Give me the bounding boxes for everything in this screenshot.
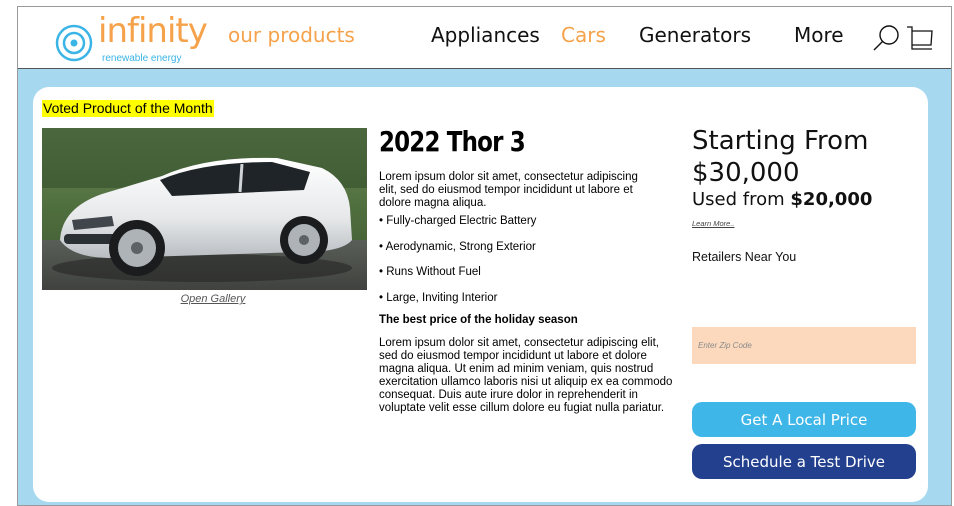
open-gallery-link[interactable]: Open Gallery bbox=[33, 293, 393, 305]
logo-tagline: renewable energy bbox=[102, 53, 182, 64]
get-local-price-button[interactable]: Get A Local Price bbox=[692, 402, 916, 437]
feature-item: • Fully-charged Electric Battery bbox=[379, 215, 537, 227]
logo[interactable]: infinity renewable energy bbox=[54, 11, 234, 67]
pricing-panel: Starting From $30,000 Used from $20,000 … bbox=[692, 125, 922, 479]
nav-generators[interactable]: Generators bbox=[639, 23, 751, 47]
schedule-test-drive-button[interactable]: Schedule a Test Drive bbox=[692, 444, 916, 479]
used-price-line: Used from $20,000 bbox=[692, 189, 922, 211]
product-card: Voted Product of the Month Open Gallery … bbox=[33, 87, 928, 502]
nav-appliances[interactable]: Appliances bbox=[431, 23, 540, 47]
our-products-link[interactable]: our products bbox=[228, 23, 355, 47]
site-header: infinity renewable energy our products A… bbox=[18, 7, 951, 69]
product-image[interactable] bbox=[42, 128, 367, 290]
zip-code-input[interactable] bbox=[692, 327, 916, 364]
logo-wordmark: infinity bbox=[98, 11, 208, 51]
holiday-heading: The best price of the holiday season bbox=[379, 314, 578, 326]
product-intro: Lorem ipsum dolor sit amet, consectetur … bbox=[379, 171, 638, 209]
product-title: 2022 Thor 3 bbox=[379, 125, 526, 158]
nav-more[interactable]: More bbox=[794, 23, 844, 47]
nav-cars[interactable]: Cars bbox=[561, 23, 606, 47]
learn-more-link[interactable]: Learn More.. bbox=[692, 219, 735, 228]
product-of-month-badge: Voted Product of the Month bbox=[42, 100, 214, 117]
feature-item: • Large, Inviting Interior bbox=[379, 291, 498, 304]
used-label: Used from bbox=[692, 189, 791, 210]
product-description: Lorem ipsum dolor sit amet, consectetur … bbox=[379, 337, 673, 414]
feature-item: • Runs Without Fuel bbox=[379, 266, 481, 278]
logo-mark-icon bbox=[55, 24, 93, 62]
product-details: 2022 Thor 3 Lorem ipsum dolor sit amet, … bbox=[379, 125, 679, 415]
feature-item: • Aerodynamic, Strong Exterior bbox=[379, 240, 536, 253]
feature-list: • Fully-charged Electric Battery • Aerod… bbox=[379, 214, 679, 316]
cart-icon[interactable] bbox=[904, 21, 936, 55]
retailers-label: Retailers Near You bbox=[692, 250, 797, 264]
search-icon[interactable] bbox=[870, 21, 902, 55]
starting-price: $30,000 bbox=[692, 158, 800, 188]
starting-from-label: Starting From bbox=[692, 126, 869, 156]
used-price: $20,000 bbox=[790, 189, 873, 210]
page-frame: infinity renewable energy our products A… bbox=[17, 6, 952, 506]
